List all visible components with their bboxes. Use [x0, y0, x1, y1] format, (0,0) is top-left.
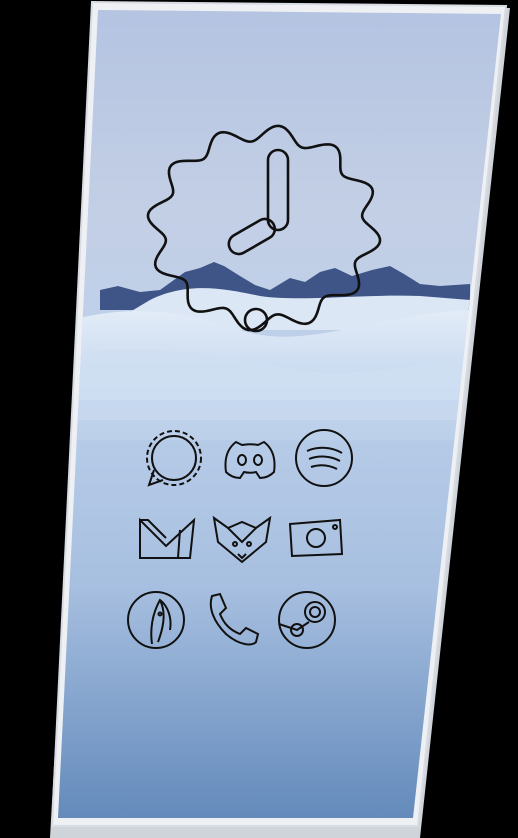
home-screen	[50, 0, 510, 838]
